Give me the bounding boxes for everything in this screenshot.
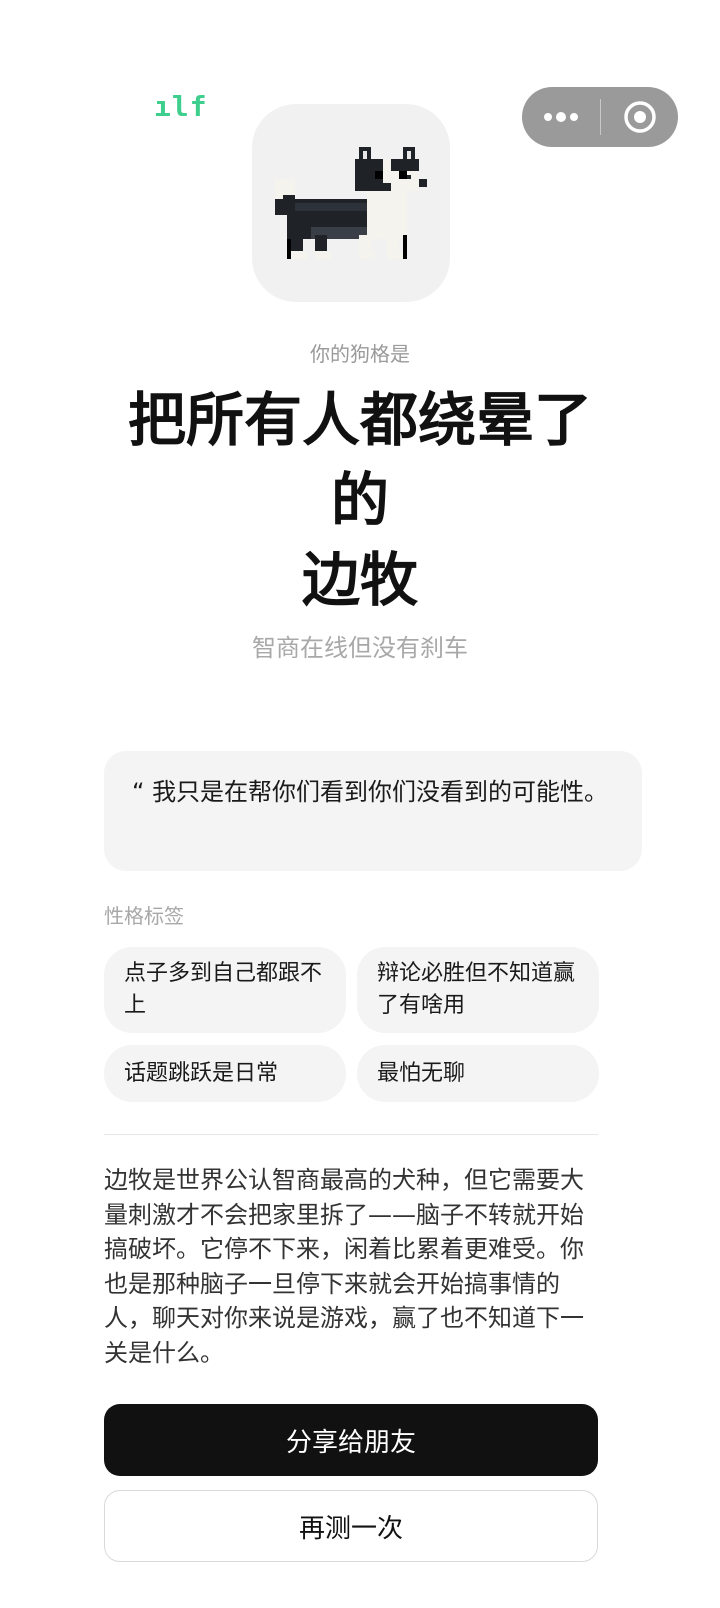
section-divider — [104, 1134, 598, 1135]
personality-tag: 辩论必胜但不知道赢了有啥用 — [357, 947, 599, 1033]
personality-tag: 话题跳跃是日常 — [104, 1045, 346, 1102]
more-dots-icon — [544, 112, 578, 122]
result-label: 你的狗格是 — [310, 342, 410, 366]
result-page: ılf 你的狗格是 把所有人都绕晕了 的 边牧 智商在线但没有刹车 “ 我只是在… — [0, 0, 720, 1608]
tags-heading: 性格标签 — [104, 904, 184, 928]
more-button[interactable] — [522, 87, 600, 147]
brand-logo-fragment: ılf — [154, 90, 208, 123]
breed-description: 边牧是世界公认智商最高的犬种，但它需要大量刺激才不会把家里拆了——脑子不转就开始… — [104, 1166, 584, 1367]
personality-tag: 最怕无聊 — [357, 1045, 599, 1102]
result-title-line: 把所有人都绕晕了 — [127, 386, 592, 454]
retry-button[interactable]: 再测一次 — [104, 1490, 598, 1562]
result-title-line: 边牧 — [301, 546, 418, 614]
result-tagline: 智商在线但没有刹车 — [252, 634, 468, 662]
close-miniprogram-button[interactable] — [601, 87, 678, 147]
share-button[interactable]: 分享给朋友 — [104, 1404, 598, 1476]
dog-avatar-card — [252, 104, 450, 302]
result-title-line: 的 — [330, 466, 389, 534]
target-circle-icon — [623, 101, 656, 133]
quote-box: “ 我只是在帮你们看到你们没看到的可能性。 — [104, 751, 642, 871]
result-title: 把所有人都绕晕了 的 边牧 — [80, 380, 640, 620]
mini-program-capsule — [522, 87, 678, 147]
pixel-border-collie-icon — [275, 147, 427, 259]
personality-tag: 点子多到自己都跟不上 — [104, 947, 346, 1033]
